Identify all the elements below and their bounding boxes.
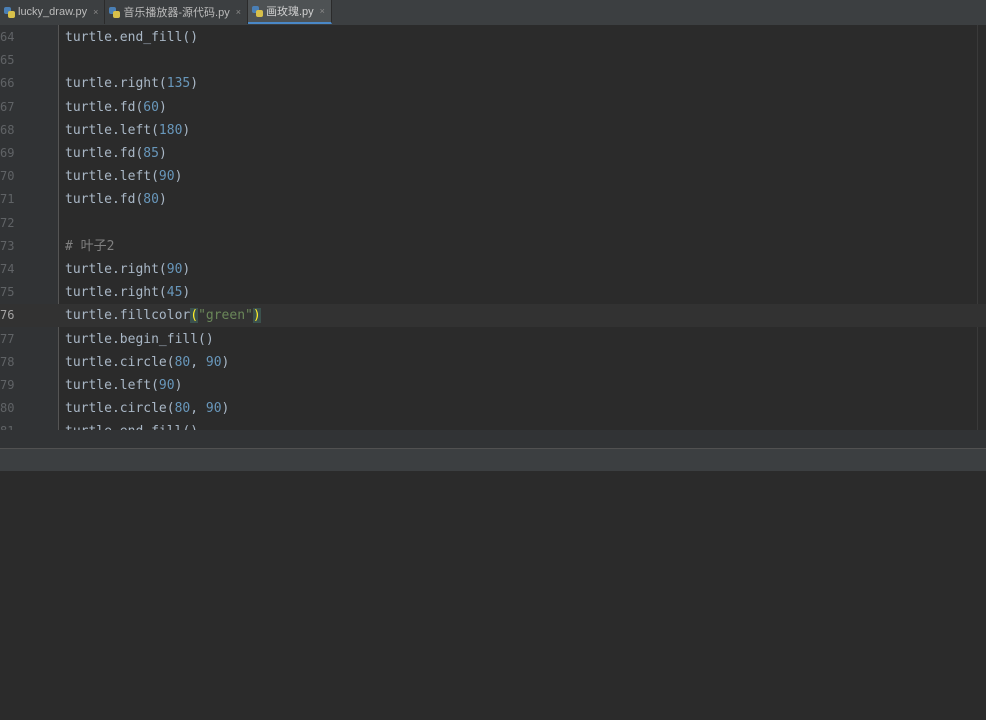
line-number: 75 — [0, 285, 15, 300]
code-line[interactable]: 74 turtle.right(90) — [0, 258, 986, 281]
line-number: 76 — [0, 308, 15, 323]
close-icon[interactable]: × — [93, 7, 98, 17]
lower-tool-panel — [0, 471, 986, 720]
editor-tab-bar: lucky_draw.py × 音乐播放器-源代码.py × 画玫瑰.py × — [0, 0, 986, 26]
code-text: turtle.fd(85) — [65, 146, 167, 161]
code-line[interactable]: 67 turtle.fd(60) — [0, 96, 986, 119]
tab-draw-rose[interactable]: 画玫瑰.py × — [247, 0, 332, 24]
code-text: turtle.fillcolor("green") — [65, 308, 261, 324]
code-text: turtle.fd(80) — [65, 192, 167, 208]
code-text: turtle.right(45) — [65, 285, 191, 301]
close-icon[interactable]: × — [320, 6, 325, 16]
line-number: 71 — [0, 192, 15, 207]
code-text: turtle.right(135) — [65, 76, 199, 92]
code-text: turtle.left(90) — [65, 378, 183, 393]
python-file-icon — [251, 5, 263, 17]
line-number: 72 — [0, 215, 15, 230]
code-line[interactable]: 68 turtle.left(180) — [0, 119, 986, 142]
line-number: 73 — [0, 238, 15, 253]
code-text: turtle.left(90) — [65, 169, 183, 185]
python-file-icon — [4, 6, 15, 18]
code-line[interactable]: 72 — [0, 212, 986, 235]
panel-splitter[interactable] — [0, 448, 986, 472]
code-line[interactable]: 66 turtle.right(135) — [0, 72, 986, 95]
tab-music-player[interactable]: 音乐播放器-源代码.py × — [105, 0, 248, 24]
code-line[interactable]: 78 turtle.circle(80, 90) — [0, 351, 986, 374]
code-line[interactable]: 64 turtle.end_fill() — [0, 26, 986, 49]
code-line[interactable]: 69 turtle.fd(85) — [0, 142, 986, 165]
code-line[interactable]: 80 turtle.circle(80, 90) — [0, 397, 986, 420]
code-text: turtle.right(90) — [65, 262, 191, 277]
code-text: turtle.left(180) — [65, 122, 191, 138]
code-line[interactable]: 77 turtle.begin_fill() — [0, 328, 986, 351]
code-line[interactable]: 79 turtle.left(90) — [0, 374, 986, 397]
line-number: 65 — [0, 53, 15, 68]
close-icon[interactable]: × — [236, 7, 241, 17]
tab-label: lucky_draw.py — [18, 6, 88, 18]
code-text: turtle.circle(80, 90) — [65, 354, 230, 370]
code-line[interactable]: 81 turtle.end_fill() — [0, 420, 986, 430]
code-text: turtle.end_fill() — [65, 30, 199, 45]
line-number: 78 — [0, 354, 15, 369]
code-line[interactable]: 65 — [0, 49, 986, 72]
line-number: 81 — [0, 420, 18, 430]
line-number: 77 — [0, 331, 15, 346]
code-text: # 叶子2 — [65, 238, 115, 254]
code-text: turtle.circle(80, 90) — [65, 401, 230, 417]
horizontal-scrollbar-track[interactable] — [0, 430, 986, 448]
line-number: 69 — [0, 146, 15, 160]
code-text: turtle.end_fill() — [65, 420, 198, 430]
line-number: 66 — [0, 76, 15, 91]
code-line[interactable]: 71 turtle.fd(80) — [0, 188, 986, 211]
tab-label: 画玫瑰.py — [265, 6, 314, 18]
line-number: 79 — [0, 378, 15, 392]
code-line[interactable]: 75 turtle.right(45) — [0, 281, 986, 304]
code-text: turtle.begin_fill() — [65, 331, 214, 347]
code-line[interactable]: 73 # 叶子2 — [0, 235, 986, 258]
tab-label: 音乐播放器-源代码.py — [123, 7, 230, 19]
line-number: 70 — [0, 169, 15, 184]
python-file-icon — [109, 6, 121, 18]
code-line[interactable]: 70 turtle.left(90) — [0, 165, 986, 188]
code-line[interactable]: 76 turtle.fillcolor("green") — [0, 304, 986, 328]
line-number: 64 — [0, 30, 15, 44]
line-number: 67 — [0, 99, 15, 114]
code-text: turtle.fd(60) — [65, 99, 167, 115]
line-number: 74 — [0, 262, 15, 276]
code-editor[interactable]: 64 turtle.end_fill() 65 66 turtle.right(135)… — [0, 25, 986, 430]
line-number: 80 — [0, 401, 15, 416]
tab-lucky-draw[interactable]: lucky_draw.py × — [0, 0, 106, 24]
line-number: 68 — [0, 122, 15, 137]
